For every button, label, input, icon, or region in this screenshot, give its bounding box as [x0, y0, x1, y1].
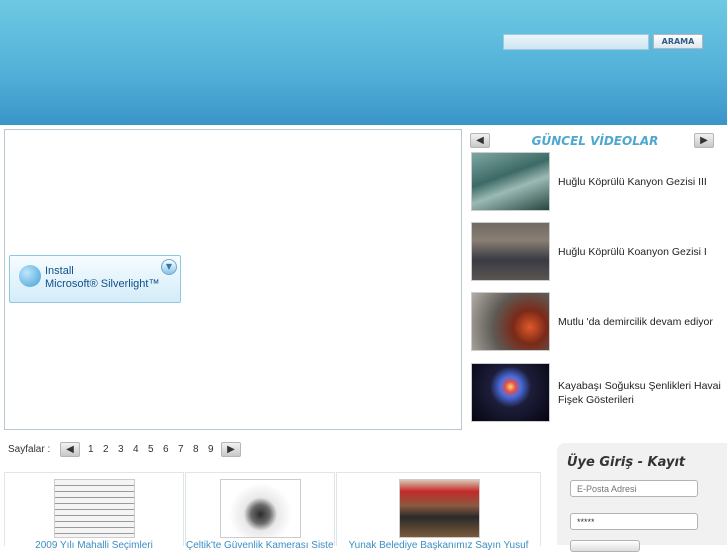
- site-header: ARAMA: [0, 0, 727, 125]
- video-thumbnail: [471, 222, 550, 281]
- page-link-8[interactable]: 8: [193, 444, 199, 455]
- video-item[interactable]: Mutlu 'da demircilik devam ediyor: [471, 292, 727, 352]
- news-image: [220, 479, 301, 538]
- login-button[interactable]: [570, 540, 640, 552]
- page-link-6[interactable]: 6: [163, 444, 169, 455]
- video-thumbnail: [471, 152, 550, 211]
- email-field[interactable]: [570, 480, 698, 497]
- news-image: [54, 479, 135, 538]
- video-title: Mutlu 'da demircilik devam ediyor: [558, 315, 713, 328]
- page-link-3[interactable]: 3: [118, 444, 124, 455]
- videos-header: GÜNCEL VİDEOLAR ◀ ▶: [468, 130, 722, 152]
- password-field[interactable]: [570, 513, 698, 530]
- search-input[interactable]: [503, 34, 649, 50]
- video-thumbnail: [471, 292, 550, 351]
- install-line1: Install: [45, 265, 74, 277]
- page-link-1[interactable]: 1: [88, 444, 94, 455]
- video-title: Kayabaşı Soğuksu Şenlikleri Havai Fişek …: [558, 379, 721, 406]
- video-title: Huğlu Köprülü Koanyon Gezisi I: [558, 245, 707, 258]
- news-caption[interactable]: 2009 Yılı Mahalli Seçimleri: [5, 540, 183, 551]
- news-card[interactable]: Yunak Belediye Başkanımız Sayın Yusuf: [336, 472, 541, 551]
- install-silverlight-button[interactable]: Install Microsoft® Silverlight™ ▼: [9, 255, 181, 303]
- prev-arrow-icon[interactable]: ◀: [470, 133, 490, 148]
- video-player[interactable]: Install Microsoft® Silverlight™ ▼: [4, 129, 462, 430]
- install-line2: Microsoft® Silverlight™: [45, 278, 160, 290]
- video-title: Huğlu Köprülü Kanyon Gezisi III: [558, 175, 707, 188]
- news-caption[interactable]: Yunak Belediye Başkanımız Sayın Yusuf: [337, 540, 540, 551]
- video-item[interactable]: Kayabaşı Soğuksu Şenlikleri Havai Fişek …: [471, 363, 727, 423]
- video-thumbnail: [471, 363, 550, 422]
- page-link-5[interactable]: 5: [148, 444, 154, 455]
- pagination: Sayfalar : ◀ 1 2 3 4 5 6 7 8 9 ▶: [8, 442, 258, 458]
- page-link-7[interactable]: 7: [178, 444, 184, 455]
- silverlight-logo-icon: [19, 265, 41, 287]
- download-arrow-icon: ▼: [161, 259, 177, 275]
- page-link-4[interactable]: 4: [133, 444, 139, 455]
- news-card[interactable]: Çeltik'te Güvenlik Kamerası Sistemi: [185, 472, 335, 551]
- install-silverlight-text: Install Microsoft® Silverlight™: [45, 265, 159, 291]
- page-link-2[interactable]: 2: [103, 444, 109, 455]
- pagination-label: Sayfalar :: [8, 444, 51, 455]
- search-button[interactable]: ARAMA: [653, 34, 703, 49]
- news-card[interactable]: 2009 Yılı Mahalli Seçimleri: [4, 472, 184, 551]
- page-link-9[interactable]: 9: [208, 444, 214, 455]
- video-item[interactable]: Huğlu Köprülü Koanyon Gezisi I: [471, 222, 727, 282]
- pager-prev-arrow-icon[interactable]: ◀: [60, 442, 80, 457]
- video-item[interactable]: Huğlu Köprülü Kanyon Gezisi III: [471, 152, 727, 212]
- pager-next-arrow-icon[interactable]: ▶: [221, 442, 241, 457]
- news-caption[interactable]: Çeltik'te Güvenlik Kamerası Sistemi: [186, 540, 334, 551]
- news-image: [399, 479, 480, 538]
- videos-title: GÜNCEL VİDEOLAR: [531, 134, 659, 148]
- login-panel: Üye Giriş - Kayıt: [557, 443, 727, 552]
- next-arrow-icon[interactable]: ▶: [694, 133, 714, 148]
- login-title: Üye Giriş - Kayıt: [567, 455, 686, 470]
